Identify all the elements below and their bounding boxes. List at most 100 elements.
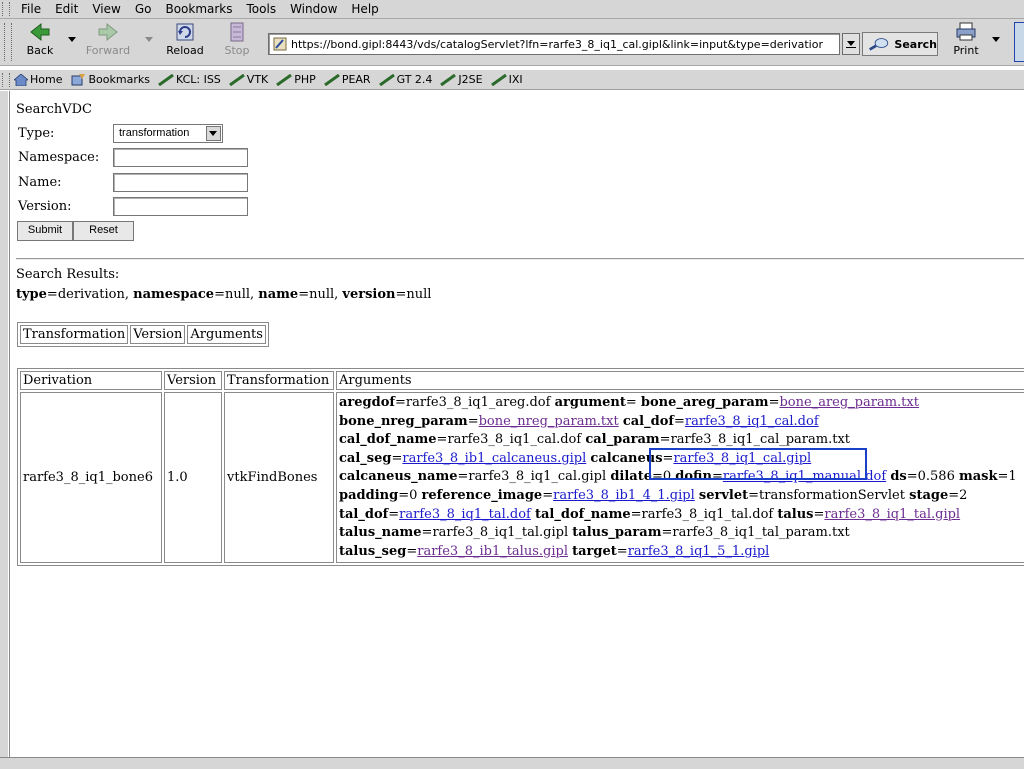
back-button[interactable]: Back bbox=[20, 22, 60, 62]
url-history-dropdown[interactable] bbox=[842, 33, 860, 55]
argument-value: = bbox=[673, 413, 685, 429]
results-query: type=derivation, namespace=null, name=nu… bbox=[16, 287, 432, 302]
bookmark-j2se[interactable]: J2SE bbox=[440, 73, 483, 86]
column-header: Arguments bbox=[187, 325, 266, 344]
forward-button[interactable]: Forward bbox=[82, 22, 134, 62]
back-history-dropdown[interactable] bbox=[68, 37, 76, 42]
type-select[interactable]: transformation bbox=[113, 124, 223, 143]
sidebar-edge bbox=[0, 91, 8, 757]
column-header: Derivation bbox=[20, 371, 162, 390]
file-link[interactable]: rarfe3_8_iq1_5_1.gipl bbox=[628, 544, 770, 559]
menu-bar: File Edit View Go Bookmarks Tools Window… bbox=[0, 0, 1024, 19]
home-link[interactable]: Home bbox=[14, 73, 62, 86]
bookmark-kcl-iss[interactable]: KCL: ISS bbox=[158, 73, 221, 86]
bookmark-vtk[interactable]: VTK bbox=[228, 73, 268, 86]
bookmark-ixi[interactable]: IXI bbox=[490, 73, 523, 86]
argument-value: = bbox=[616, 543, 628, 559]
argument-value: =rarfe3_8_iq1_cal.dof bbox=[436, 432, 586, 448]
print-options-dropdown[interactable] bbox=[992, 37, 1000, 42]
type-label: Type: bbox=[18, 126, 55, 141]
file-link[interactable]: rarfe3_8_ib1_calcaneus.gipl bbox=[402, 451, 586, 466]
stop-button[interactable]: Stop bbox=[220, 22, 254, 62]
toolbar-grip[interactable] bbox=[4, 23, 12, 61]
menu-view[interactable]: View bbox=[85, 2, 127, 16]
argument-value: = bbox=[542, 487, 554, 503]
status-bar bbox=[0, 757, 1024, 769]
personal-toolbar: Home Bookmarks KCL: ISS VTK PHP PEAR GT … bbox=[0, 70, 1024, 90]
chevron-down-icon[interactable] bbox=[206, 126, 221, 141]
argument-value: =transformationServlet bbox=[748, 487, 910, 503]
argument-key: cal_dof_name bbox=[339, 432, 437, 448]
argument-value: = bbox=[768, 395, 780, 410]
argument-key: argument bbox=[554, 395, 626, 410]
menu-go[interactable]: Go bbox=[128, 2, 159, 16]
column-header: Transformation bbox=[20, 325, 129, 344]
argument-value: =rarfe3_8_iq1_areg.dof bbox=[395, 395, 555, 410]
bookmark-pear[interactable]: PEAR bbox=[323, 73, 371, 86]
menu-tools[interactable]: Tools bbox=[240, 2, 284, 16]
argument-value: =1 bbox=[997, 469, 1017, 485]
argument-value: =2 bbox=[948, 487, 968, 503]
visited-file-link[interactable]: bone_areg_param.txt bbox=[779, 395, 918, 410]
bookmark-link-icon bbox=[158, 73, 174, 86]
search-icon bbox=[869, 38, 889, 51]
file-link[interactable]: rarfe3_8_iq1_cal.dof bbox=[685, 414, 819, 429]
name-input[interactable] bbox=[113, 173, 248, 192]
print-button[interactable]: Print bbox=[950, 22, 982, 62]
file-link[interactable]: rarfe3_8_iq1_tal.dof bbox=[399, 507, 531, 522]
argument-key: calcaneus_name bbox=[339, 469, 458, 485]
argument-key: tal_dof bbox=[339, 506, 389, 522]
argument-value: =rarfe3_8_iq1_cal.gipl bbox=[457, 469, 611, 485]
reset-button[interactable]: Reset bbox=[73, 221, 134, 241]
navigation-toolbar: Back Forward Reload Stop https://bond.gi… bbox=[0, 19, 1024, 66]
visited-file-link[interactable]: rarfe3_8_iq1_tal.gipl bbox=[824, 507, 960, 522]
forward-arrow-icon bbox=[98, 22, 118, 42]
page-content: SearchVDC Type: transformation Namespace… bbox=[9, 91, 1024, 757]
argument-value: = bbox=[406, 543, 418, 559]
argument-value: = bbox=[391, 450, 403, 466]
argument-key: cal_seg bbox=[339, 450, 392, 466]
argument-value: = bbox=[388, 506, 400, 522]
argument-value: =rarfe3_8_iq1_tal.dof bbox=[630, 506, 778, 522]
argument-key: tal_dof_name bbox=[534, 506, 631, 522]
argument-key: cal_param bbox=[585, 432, 660, 448]
version-input[interactable] bbox=[113, 197, 248, 216]
argument-key: cal_dof bbox=[622, 413, 674, 429]
argument-key: talus_param bbox=[572, 525, 662, 541]
visited-file-link[interactable]: rarfe3_8_ib1_talus.gipl bbox=[417, 544, 568, 559]
submit-button[interactable]: Submit bbox=[17, 221, 73, 241]
toolbar-grip[interactable] bbox=[2, 72, 10, 87]
home-icon bbox=[14, 73, 28, 86]
bookmark-php[interactable]: PHP bbox=[276, 73, 316, 86]
argument-key: servlet bbox=[698, 487, 749, 503]
bookmark-gt24[interactable]: GT 2.4 bbox=[378, 73, 432, 86]
namespace-input[interactable] bbox=[113, 148, 248, 167]
namespace-label: Namespace: bbox=[18, 150, 100, 165]
menu-window[interactable]: Window bbox=[283, 2, 344, 16]
menu-help[interactable]: Help bbox=[344, 2, 385, 16]
column-header: Version bbox=[164, 371, 222, 390]
bookmark-link-icon bbox=[323, 73, 340, 86]
menu-bookmarks[interactable]: Bookmarks bbox=[158, 2, 239, 16]
bookmarks-link[interactable]: Bookmarks bbox=[70, 73, 150, 86]
derivation-table: Derivation Version Transformation Argume… bbox=[17, 368, 1024, 567]
version-cell: 1.0 bbox=[164, 392, 222, 564]
version-label: Version: bbox=[18, 199, 72, 214]
menu-file[interactable]: File bbox=[14, 2, 48, 16]
menu-edit[interactable]: Edit bbox=[48, 2, 85, 16]
stop-icon bbox=[230, 22, 244, 42]
reload-icon bbox=[176, 23, 194, 41]
reload-button[interactable]: Reload bbox=[162, 22, 208, 62]
visited-file-link[interactable]: bone_nreg_param.txt bbox=[479, 414, 619, 429]
name-label: Name: bbox=[18, 175, 62, 190]
url-text[interactable]: https://bond.gipl:8443/vds/catalogServle… bbox=[291, 38, 823, 51]
argument-key: bone_nreg_param bbox=[339, 413, 468, 429]
transformation-table: Transformation Version Arguments bbox=[17, 322, 269, 347]
toolbar-grip[interactable] bbox=[2, 2, 10, 16]
argument-value: =0.586 bbox=[906, 469, 959, 485]
forward-history-dropdown[interactable] bbox=[145, 37, 153, 42]
file-link[interactable]: rarfe3_8_ib1_4_1.gipl bbox=[553, 488, 695, 503]
url-bar[interactable]: https://bond.gipl:8443/vds/catalogServle… bbox=[268, 33, 840, 55]
search-button[interactable]: Search bbox=[862, 32, 938, 56]
argument-key: talus_name bbox=[339, 525, 422, 541]
